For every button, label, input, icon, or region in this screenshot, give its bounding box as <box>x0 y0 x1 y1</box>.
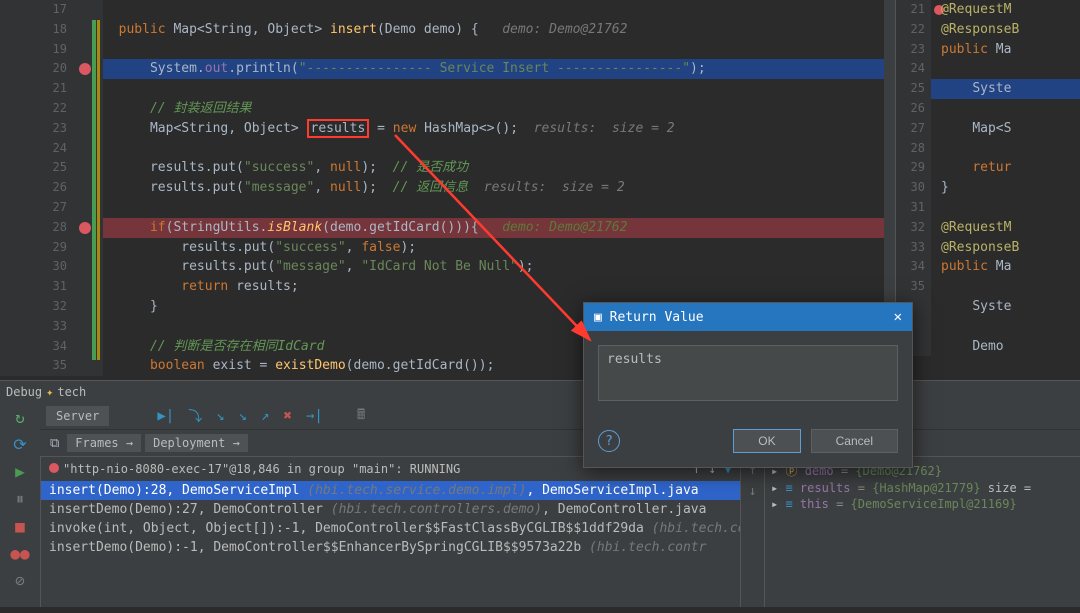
stop-icon[interactable]: ■ <box>15 517 25 536</box>
drop-frame-icon[interactable]: ✖ <box>284 408 292 424</box>
return-value-input[interactable]: results <box>598 345 898 401</box>
thread-title[interactable]: "http-nio-8080-exec-17"@18,846 in group … <box>63 462 460 476</box>
right-code-editor[interactable]: @RequestM @ResponseB public Ma Syste Map… <box>931 0 1080 356</box>
dialog-title-text: Return Value <box>610 310 704 325</box>
pause-icon[interactable]: ⏸ <box>16 489 24 509</box>
server-tab[interactable]: Server <box>46 406 109 426</box>
deployment-tab[interactable]: Deployment → <box>145 434 248 452</box>
stack-frames-list[interactable]: insert(Demo):28, DemoServiceImpl (hbi.te… <box>41 481 740 557</box>
variables-pane[interactable]: ▸ ⓟ demo = {Demo@21762} ▸ ≡ results = {H… <box>764 457 1080 607</box>
line-gutter: 17 18 19 20 21 22 23 24 25 26 27 28 29 3… <box>0 0 75 376</box>
force-step-into-icon[interactable]: ↘ <box>239 408 247 424</box>
step-out-icon[interactable]: ↗ <box>261 408 269 424</box>
debug-config-name: tech <box>57 385 86 399</box>
highlighted-results-variable: results <box>307 119 370 138</box>
stack-row[interactable]: insertDemo(Demo):-1, DemoController$$Enh… <box>41 538 740 557</box>
help-icon[interactable]: ? <box>598 430 620 452</box>
stack-down-icon[interactable]: ↓ <box>749 484 757 499</box>
change-marker <box>92 20 96 360</box>
step-over-icon[interactable]: ⤵ <box>188 406 202 426</box>
cancel-button[interactable]: Cancel <box>811 429 898 453</box>
debug-tab-bar: Debug ✦ tech <box>0 380 1080 402</box>
evaluate-icon[interactable]: 🖩 <box>357 404 365 428</box>
stack-row[interactable]: insert(Demo):28, DemoServiceImpl (hbi.te… <box>41 481 740 500</box>
var-row[interactable]: ▸ ≡ results = {HashMap@21779} size = <box>771 480 1074 496</box>
debug-side-toolbar: ↻ ⟳ ▶ ⏸ ■ ●● ⊘ <box>0 402 40 607</box>
step-into-icon[interactable]: ↘ <box>216 408 224 424</box>
mute-bp-icon[interactable]: ⊘ <box>15 571 25 590</box>
pin-icon: ✦ <box>46 385 53 399</box>
run-to-cursor-icon[interactable]: →| <box>306 408 323 424</box>
code-line-20: System.out.println("---------------- Ser… <box>150 61 706 76</box>
change-marker <box>97 20 100 360</box>
ok-button[interactable]: OK <box>733 429 800 453</box>
dialog-icon: ▣ <box>594 310 602 325</box>
thread-status-icon <box>49 463 59 473</box>
return-value-dialog: ▣ Return Value ✕ results ? OK Cancel <box>583 302 913 468</box>
rerun-icon[interactable]: ↻ <box>15 408 25 427</box>
var-row[interactable]: ▸ ≡ this = {DemoServiceImpl@21169} <box>771 496 1074 512</box>
breakpoints-icon[interactable]: ●● <box>10 544 29 563</box>
frames-tab[interactable]: Frames → <box>67 434 141 452</box>
show-exec-point-icon[interactable]: ▶| <box>157 408 174 424</box>
resume-icon[interactable]: ⟳ <box>13 435 26 454</box>
close-icon[interactable]: ✕ <box>894 309 902 325</box>
stack-row[interactable]: invoke(int, Object, Object[]):-1, DemoCo… <box>41 519 740 538</box>
frames-icon: ⧉ <box>50 436 59 451</box>
breakpoint-icon[interactable] <box>79 222 91 234</box>
debug-tab-label[interactable]: Debug <box>6 385 42 399</box>
run-icon[interactable]: ▶ <box>15 462 25 481</box>
stack-row[interactable]: insertDemo(Demo):27, DemoController (hbi… <box>41 500 740 519</box>
